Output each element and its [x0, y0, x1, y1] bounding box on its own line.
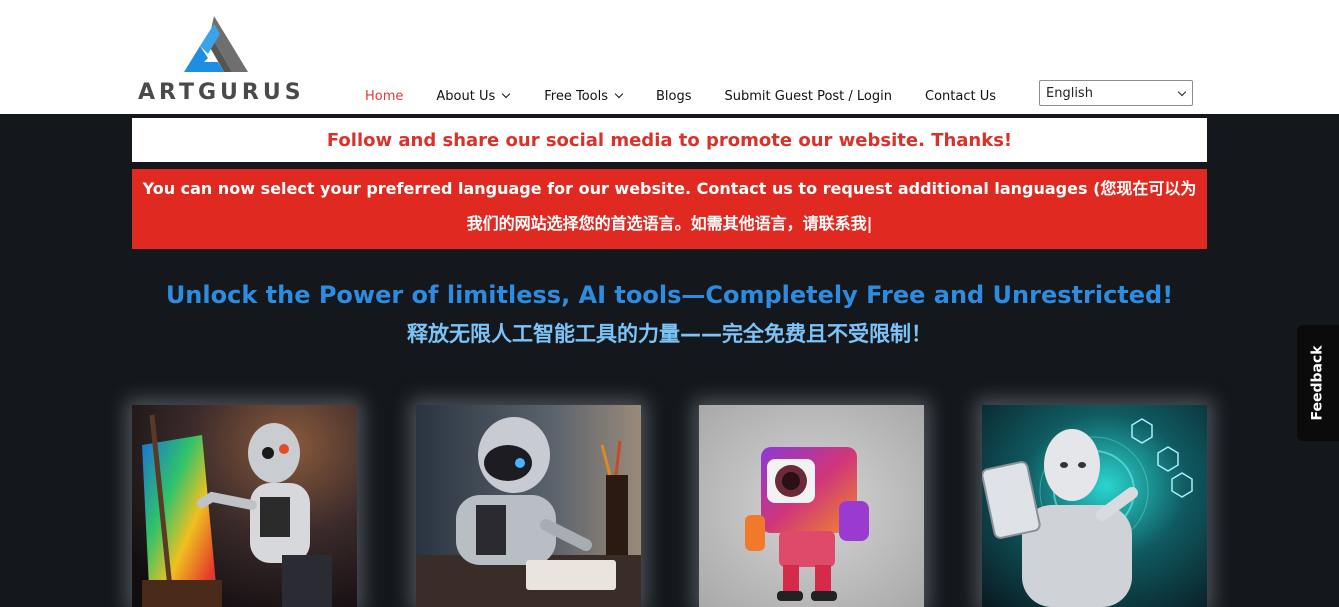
chevron-down-icon	[502, 89, 511, 99]
tool-card-1[interactable]	[132, 405, 357, 607]
language-select-value: English	[1046, 85, 1093, 101]
nav-about-us-label: About Us	[436, 88, 496, 104]
nav-home[interactable]: Home	[365, 89, 403, 104]
feedback-label: Feedback	[1310, 345, 1326, 421]
language-notice-banner: You can now select your preferred langua…	[132, 169, 1207, 249]
nav-free-tools-label: Free Tools	[544, 88, 608, 104]
nav-submit-guest-post[interactable]: Submit Guest Post / Login	[725, 89, 892, 104]
nav-home-label: Home	[365, 88, 404, 104]
camera-robot-image	[699, 405, 924, 607]
main-nav: Home About Us Free Tools Blogs Submit Gu…	[365, 86, 996, 106]
nav-free-tools[interactable]: Free Tools	[544, 88, 624, 104]
hero-title-zh: 释放无限人工智能工具的力量——完全免费且不受限制！	[407, 322, 932, 346]
robot-painting-image	[132, 405, 357, 607]
hero-title-en: Unlock the Power of limitless, AI tools—…	[165, 281, 1174, 309]
nav-submit-guest-post-label: Submit Guest Post / Login	[724, 88, 892, 104]
nav-contact-us-label: Contact Us	[925, 88, 996, 104]
site-header: ARTGURUS Home About Us Free Tools Blogs …	[0, 0, 1339, 114]
robot-desk-image	[416, 405, 641, 607]
nav-contact-us[interactable]: Contact Us	[925, 89, 996, 104]
logo-mark-icon	[184, 16, 248, 72]
artgurus-logo[interactable]: ARTGURUS	[138, 14, 301, 105]
nav-blogs-label: Blogs	[656, 88, 692, 104]
language-select[interactable]: English	[1039, 80, 1193, 106]
social-share-banner: Follow and share our social media to pro…	[132, 118, 1207, 162]
tool-card-2[interactable]	[416, 405, 641, 607]
chevron-down-icon	[1177, 87, 1187, 97]
tool-card-4[interactable]	[982, 405, 1207, 607]
nav-about-us[interactable]: About Us	[436, 88, 511, 104]
social-share-text: Follow and share our social media to pro…	[326, 129, 1013, 151]
feedback-tab[interactable]: Feedback	[1297, 325, 1339, 441]
nav-blogs[interactable]: Blogs	[656, 89, 692, 104]
language-notice-text: You can now select your preferred langua…	[142, 179, 1197, 233]
chevron-down-icon	[614, 89, 624, 99]
brand-name: ARTGURUS	[138, 80, 305, 105]
humanoid-tablet-image	[982, 405, 1207, 607]
tool-card-3[interactable]	[699, 405, 924, 607]
